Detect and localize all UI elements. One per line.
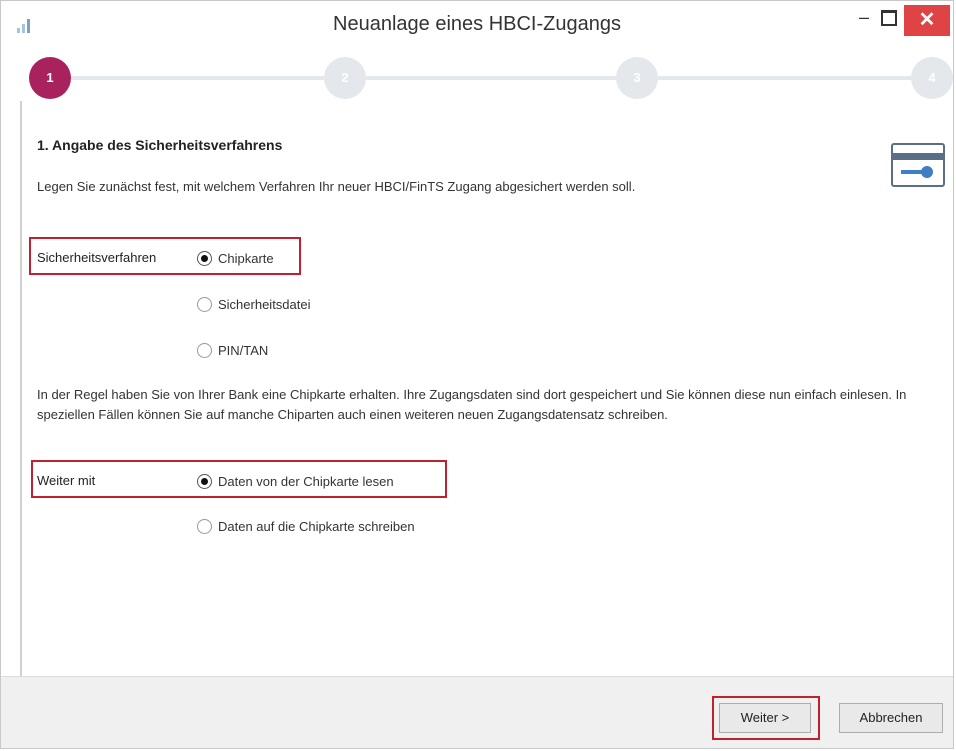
- title-bar: Neuanlage eines HBCI-Zugangs – ✕: [1, 1, 953, 47]
- radio-button[interactable]: [197, 342, 212, 358]
- dialog-footer: Weiter > Abbrechen: [1, 676, 953, 748]
- radio-label: PIN/TAN: [218, 342, 269, 358]
- step-1: 1: [29, 57, 71, 99]
- content-border: [20, 101, 22, 676]
- wizard-stepper: 1 2 3 4: [1, 57, 953, 101]
- section-intro: Legen Sie zunächst fest, mit welchem Ver…: [37, 179, 636, 194]
- step-4: 4: [911, 57, 953, 99]
- radio-button[interactable]: [197, 518, 212, 534]
- close-button[interactable]: ✕: [904, 5, 950, 36]
- radio-write-card[interactable]: Daten auf die Chipkarte schreiben: [197, 516, 415, 536]
- card-key-icon: [891, 143, 945, 187]
- step-connector: [366, 76, 616, 80]
- window-title: Neuanlage eines HBCI-Zugangs: [333, 13, 621, 35]
- continue-with-label: Weiter mit: [37, 473, 96, 488]
- cancel-button[interactable]: Abbrechen: [839, 703, 943, 733]
- step-2: 2: [324, 57, 366, 99]
- radio-sicherheitsdatei[interactable]: Sicherheitsdatei: [197, 294, 311, 314]
- radio-button[interactable]: [197, 296, 212, 312]
- radio-button[interactable]: [197, 473, 212, 489]
- next-button[interactable]: Weiter >: [719, 703, 811, 733]
- security-method-label: Sicherheitsverfahren: [37, 250, 157, 265]
- section-heading: 1. Angabe des Sicherheitsverfahrens: [37, 137, 283, 153]
- step-connector: [658, 76, 913, 80]
- radio-label: Sicherheitsdatei: [218, 296, 311, 312]
- dialog-window: Neuanlage eines HBCI-Zugangs – ✕ 1 2 3 4…: [0, 0, 954, 749]
- radio-chipkarte[interactable]: Chipkarte: [197, 248, 274, 268]
- minimize-icon[interactable]: –: [853, 7, 875, 31]
- step-connector: [71, 76, 326, 80]
- radio-button[interactable]: [197, 250, 212, 266]
- radio-label: Daten von der Chipkarte lesen: [218, 473, 394, 489]
- info-paragraph: In der Regel haben Sie von Ihrer Bank ei…: [37, 387, 907, 422]
- maximize-icon[interactable]: [881, 10, 897, 26]
- radio-read-card[interactable]: Daten von der Chipkarte lesen: [197, 471, 394, 491]
- radio-pin-tan[interactable]: PIN/TAN: [197, 340, 268, 360]
- step-3: 3: [616, 57, 658, 99]
- radio-label: Chipkarte: [218, 250, 274, 266]
- radio-label: Daten auf die Chipkarte schreiben: [218, 518, 415, 534]
